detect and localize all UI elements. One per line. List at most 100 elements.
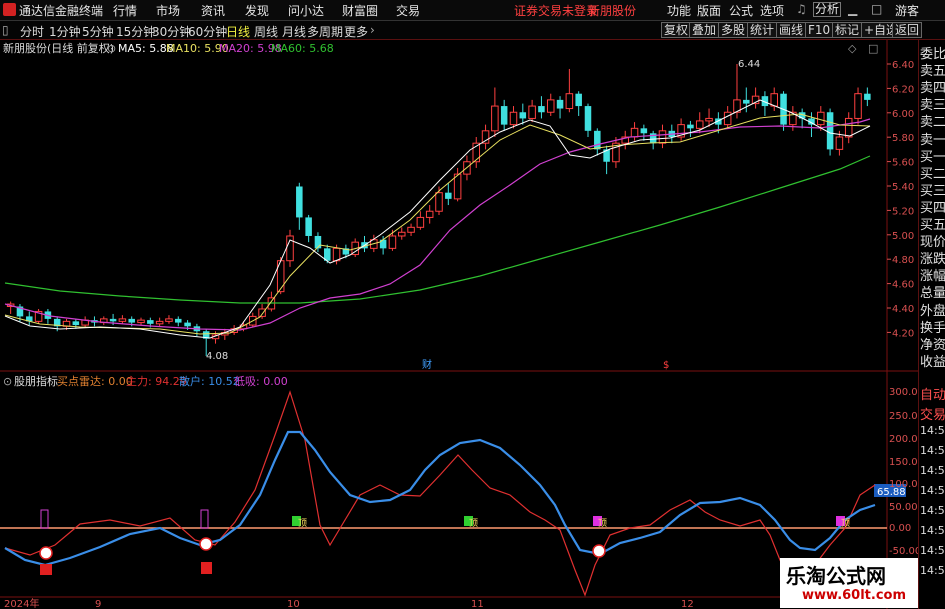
candle-body [519,112,527,119]
candle-body [546,99,555,113]
candle-body [509,111,518,126]
period-1min[interactable]: 1分钟 [49,23,81,40]
window-icon[interactable]: □ [868,42,878,55]
period-monthly[interactable]: 月线 [282,23,306,40]
menu-bar: 通达信金融终端 行情 市场 资讯 发现 问小达 财富圈 交易 证券交易未登录 新… [0,0,945,21]
candle-body [425,210,434,218]
toolbar-fuquan[interactable]: 复权 [661,22,692,38]
indicator-tick-label: 50.00 [889,502,918,513]
indicator-tick-label: 150.0 [889,457,918,468]
toolbar-f10[interactable]: F10 [805,22,834,38]
menu-jiaoyi[interactable]: 交易 [396,2,420,19]
toolbar-biaoji[interactable]: 标记 [832,22,863,38]
date-label-dec: 12 [681,599,694,609]
retail-current-value: 65.88 [877,487,906,498]
candle-body [575,93,582,107]
ma-settings-icon[interactable]: ⊙ [107,42,116,55]
menu-hangqing[interactable]: 行情 [113,2,137,19]
candle-body [826,112,834,150]
period-weekly[interactable]: 周线 [254,23,278,40]
buy-radar-label: 买点雷达: 0.00 [57,375,133,388]
candle-body [817,111,825,126]
candle-body [332,247,341,262]
price-tick-label: 5.20 [892,206,914,217]
login-notice[interactable]: 证券交易未登录 [514,2,598,19]
trade-field: 14:56 [920,544,945,557]
price-tick-label: 4.20 [892,328,914,339]
ma20-line [4,118,871,331]
toolbar-duogu[interactable]: 多股 [718,22,749,38]
chart-area[interactable]: 新朋股份(日线 前复权) ⊙ MA5: 5.88 MA10: 5.90 MA20… [0,40,918,609]
panel-toggle-icon[interactable]: ▯ [2,23,9,37]
menu-zixun[interactable]: 资讯 [201,2,225,19]
period-30min[interactable]: 30分钟 [152,23,191,40]
indicator-settings-icon[interactable]: ⊙ [3,375,12,388]
menu-faxian[interactable]: 发现 [245,2,269,19]
candle-body [407,226,415,233]
bell-icon[interactable]: ♫ [796,2,807,16]
low-price-label: 4.08 [206,351,228,362]
minimize-icon[interactable]: ▁ [848,2,857,16]
trade-field[interactable]: 交易 [920,404,945,423]
period-multi[interactable]: 多周期 [307,23,343,40]
indicator-tick-label: -50.00 [889,546,918,557]
menu-shichang[interactable]: 市场 [156,2,180,19]
price-tick-label: 5.60 [892,158,914,169]
candle-body [835,136,844,150]
menu-wenxiaoda[interactable]: 问小达 [288,2,324,19]
price-tick-label: 6.00 [892,109,914,120]
indicator-title: 股朋指标 [14,374,58,388]
candle-body [481,130,490,144]
maximize-icon[interactable]: □ [871,2,882,16]
quote-field: 收益 [920,354,945,370]
toolbar-fanhui[interactable]: 返回 [892,22,923,38]
retail-line [4,430,876,567]
price-tick-label: 4.60 [892,280,914,291]
menu-xuanxiang[interactable]: 选项 [760,2,784,19]
indicator-tick-label: 0.00 [889,523,911,534]
toolbar-huaxian[interactable]: 画线 [776,22,807,38]
toolbar-tongji[interactable]: 统计 [747,22,778,38]
period-fenshi[interactable]: 分时 [20,23,44,40]
trade-field: 14:56 [920,464,945,477]
quote-panel: 委比 卖五 卖四 卖三 卖二 卖一 买一 买二 买三 买四 买五 现价 涨跌 涨幅 总量 外盘 换手 净资 收益 自动… [918,40,945,609]
candle-body [72,321,80,326]
indicator-tick-label: 300.0 [889,387,918,398]
menu-gongshi[interactable]: 公式 [729,2,753,19]
indicator-tick-label: 250.0 [889,411,918,422]
finance-marker[interactable]: 财 [422,358,432,371]
menu-caifuquan[interactable]: 财富圈 [342,2,378,19]
candle-body [854,93,862,119]
menu-gongneng[interactable]: 功能 [667,2,691,19]
buy-signal-box [40,564,52,575]
toolbar-diejia[interactable]: 叠加 [689,22,720,38]
stock-title: 新朋股份(日线 前复权) [3,41,114,55]
period-60min[interactable]: 60分钟 [188,23,227,40]
period-more[interactable]: 更多 [344,23,368,40]
diamond-icon[interactable]: ◇ [848,42,857,55]
mode-badge[interactable]: 分析 [813,2,842,17]
buy-signal-box [201,562,212,574]
menu-banmian[interactable]: 版面 [697,2,721,19]
signal-top-label: 顶 [469,518,478,529]
candle-body [128,318,135,323]
dividend-marker[interactable]: $ [663,360,669,371]
period-5min[interactable]: 5分钟 [82,23,114,40]
trade-field: 14:56 [920,524,945,537]
indicator-tick-label: 200.0 [889,434,918,445]
current-stock: 新朋股份 [588,4,637,18]
buy-circle-icon [592,544,606,558]
signal-top-label: 顶 [298,518,307,529]
period-15min[interactable]: 15分钟 [116,23,155,40]
candle-body [594,130,601,150]
candle-body [695,120,704,129]
trade-field[interactable]: 自动 [920,384,945,403]
period-daily[interactable]: 日线 [226,23,250,40]
candle-body [118,318,127,322]
trade-field: 14:56 [920,504,945,517]
candle-body [305,217,312,236]
guest-label[interactable]: 游客 [895,2,919,19]
price-axis: 6.40 6.20 6.00 5.80 5.60 5.40 5.20 5.00 4.80 4.60… [887,60,914,339]
candle-body [175,318,182,323]
more-dropdown-icon[interactable]: › [370,23,375,37]
